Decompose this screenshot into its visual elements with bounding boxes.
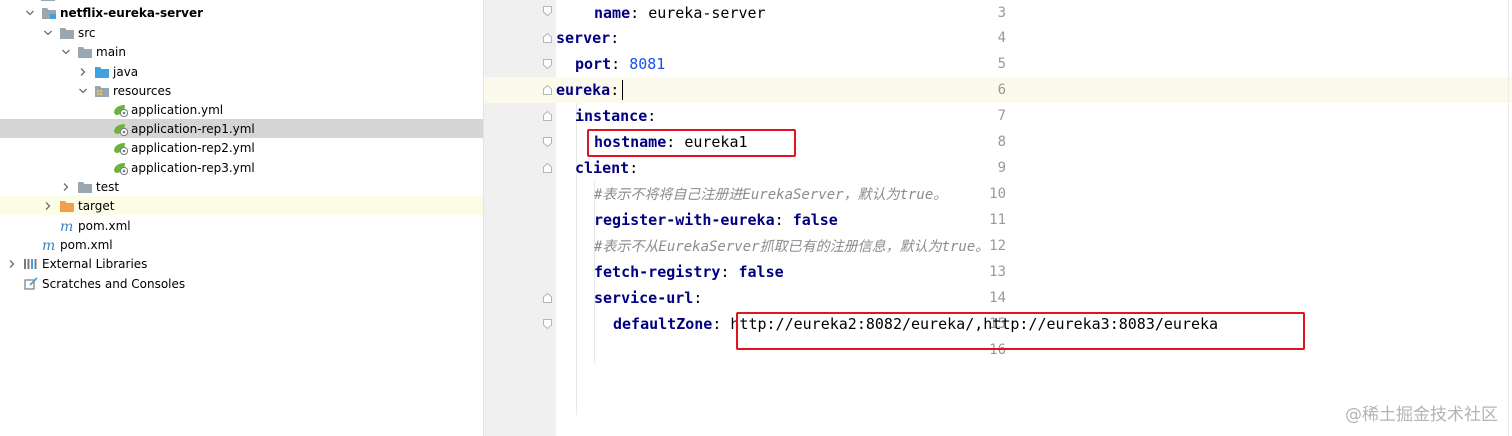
tree-item-label: pom.xml [78, 218, 131, 233]
chevron-down-icon[interactable] [77, 85, 89, 97]
code-line[interactable]: #表示不从EurekaServer抓取已有的注册信息，默认为true。 [594, 233, 989, 259]
code-line[interactable]: #表示不将将自己注册进EurekaServer，默认为true。 [594, 181, 947, 207]
code-line[interactable]: server: [556, 25, 619, 51]
line-number: 5 [997, 56, 1006, 72]
fold-icon[interactable] [543, 111, 552, 121]
tree-item-label: netflix-eureka-server [60, 5, 204, 20]
fold-end-icon[interactable] [543, 6, 552, 16]
tree-item-label: application.yml [131, 102, 224, 117]
tree-item-root-pom-xml[interactable]: m pom.xml [0, 235, 483, 254]
line-number: 7 [997, 108, 1006, 124]
source-folder-icon [94, 65, 110, 79]
chevron-right-icon[interactable] [60, 181, 72, 193]
line-number: 14 [989, 290, 1006, 306]
folder-icon [41, 0, 55, 1]
code-line[interactable]: register-with-eureka: false [594, 207, 838, 233]
tree-item-pom-xml[interactable]: m pom.xml [0, 216, 483, 235]
fold-end-icon[interactable] [543, 137, 552, 147]
project-tree: netflix-eureka-server src main java reso… [0, 0, 484, 436]
chevron-right-icon[interactable] [77, 66, 89, 78]
folder-icon [77, 180, 93, 194]
chevron-right-icon[interactable] [6, 258, 18, 270]
resources-folder-icon [94, 84, 110, 98]
chevron-right-icon[interactable] [42, 200, 54, 212]
chevron-down-icon[interactable] [60, 46, 72, 58]
spring-yaml-icon [112, 103, 129, 117]
tree-item-application-yml[interactable]: application.yml [0, 100, 483, 119]
excluded-folder-icon [59, 199, 75, 213]
code-line[interactable]: name: eureka-server [594, 0, 766, 26]
folder-icon [59, 26, 75, 40]
spring-yaml-icon [112, 141, 129, 155]
tree-item-target[interactable]: target [0, 196, 483, 215]
line-number: 9 [997, 160, 1006, 176]
chevron-down-icon[interactable] [42, 27, 54, 39]
annotation-box-hostname [587, 129, 796, 157]
tree-item-label: application-rep1.yml [131, 121, 255, 136]
code-line[interactable]: client: [575, 155, 638, 181]
fold-icon[interactable] [543, 33, 552, 43]
code-line[interactable]: port: 8081 [575, 51, 665, 77]
code-line[interactable]: fetch-registry: false [594, 259, 784, 285]
fold-end-icon[interactable] [543, 59, 552, 69]
tree-item-label: pom.xml [60, 237, 113, 252]
tree-item-label: application-rep2.yml [131, 140, 255, 155]
tree-item-label: java [113, 64, 139, 79]
tree-item-label: main [96, 44, 126, 59]
libraries-icon [23, 257, 39, 271]
tree-item-label: resources [113, 83, 172, 98]
editor-right-margin [1508, 0, 1509, 436]
tree-item-scratches-and-consoles[interactable]: Scratches and Consoles [0, 274, 483, 293]
fold-icon[interactable] [543, 293, 552, 303]
spring-yaml-icon [112, 161, 129, 175]
folder-icon [77, 45, 93, 59]
tree-item-java[interactable]: java [0, 62, 483, 81]
maven-icon: m [41, 238, 57, 254]
chevron-down-icon[interactable] [24, 7, 36, 19]
code-line[interactable]: service-url: [594, 285, 702, 311]
svg-text:m: m [42, 238, 55, 252]
tree-item-external-libraries[interactable]: External Libraries [0, 254, 483, 273]
svg-text:m: m [60, 219, 73, 233]
module-folder-icon [41, 6, 57, 20]
tree-item-main[interactable]: main [0, 42, 483, 61]
tree-item-label: src [78, 25, 96, 40]
annotation-box-default-zone [736, 312, 1305, 350]
maven-icon: m [59, 219, 75, 235]
tree-item-netflix-eureka-server[interactable]: netflix-eureka-server [0, 3, 483, 22]
fold-end-icon[interactable] [543, 319, 552, 329]
code-line[interactable]: instance: [575, 103, 656, 129]
tree-item-test[interactable]: test [0, 177, 483, 196]
tree-item-application-rep1-yml[interactable]: application-rep1.yml [0, 119, 483, 138]
text-caret [622, 80, 623, 100]
tree-item-label: target [78, 198, 115, 213]
tree-item-label: test [96, 179, 120, 194]
fold-icon[interactable] [543, 163, 552, 173]
tree-item-label: application-rep3.yml [131, 160, 255, 175]
tree-item-src[interactable]: src [0, 23, 483, 42]
tree-item-application-rep3-yml[interactable]: application-rep3.yml [0, 158, 483, 177]
fold-icon[interactable] [543, 85, 552, 95]
tree-item-resources[interactable]: resources [0, 81, 483, 100]
watermark: @稀土掘金技术社区 [1345, 405, 1498, 425]
scratches-icon [23, 276, 39, 291]
tree-item-label: Scratches and Consoles [42, 276, 186, 291]
tree-item-application-rep2-yml[interactable]: application-rep2.yml [0, 138, 483, 157]
code-line[interactable]: eureka: [556, 77, 619, 103]
tree-item-label: External Libraries [42, 256, 148, 271]
spring-yaml-icon [112, 122, 129, 136]
